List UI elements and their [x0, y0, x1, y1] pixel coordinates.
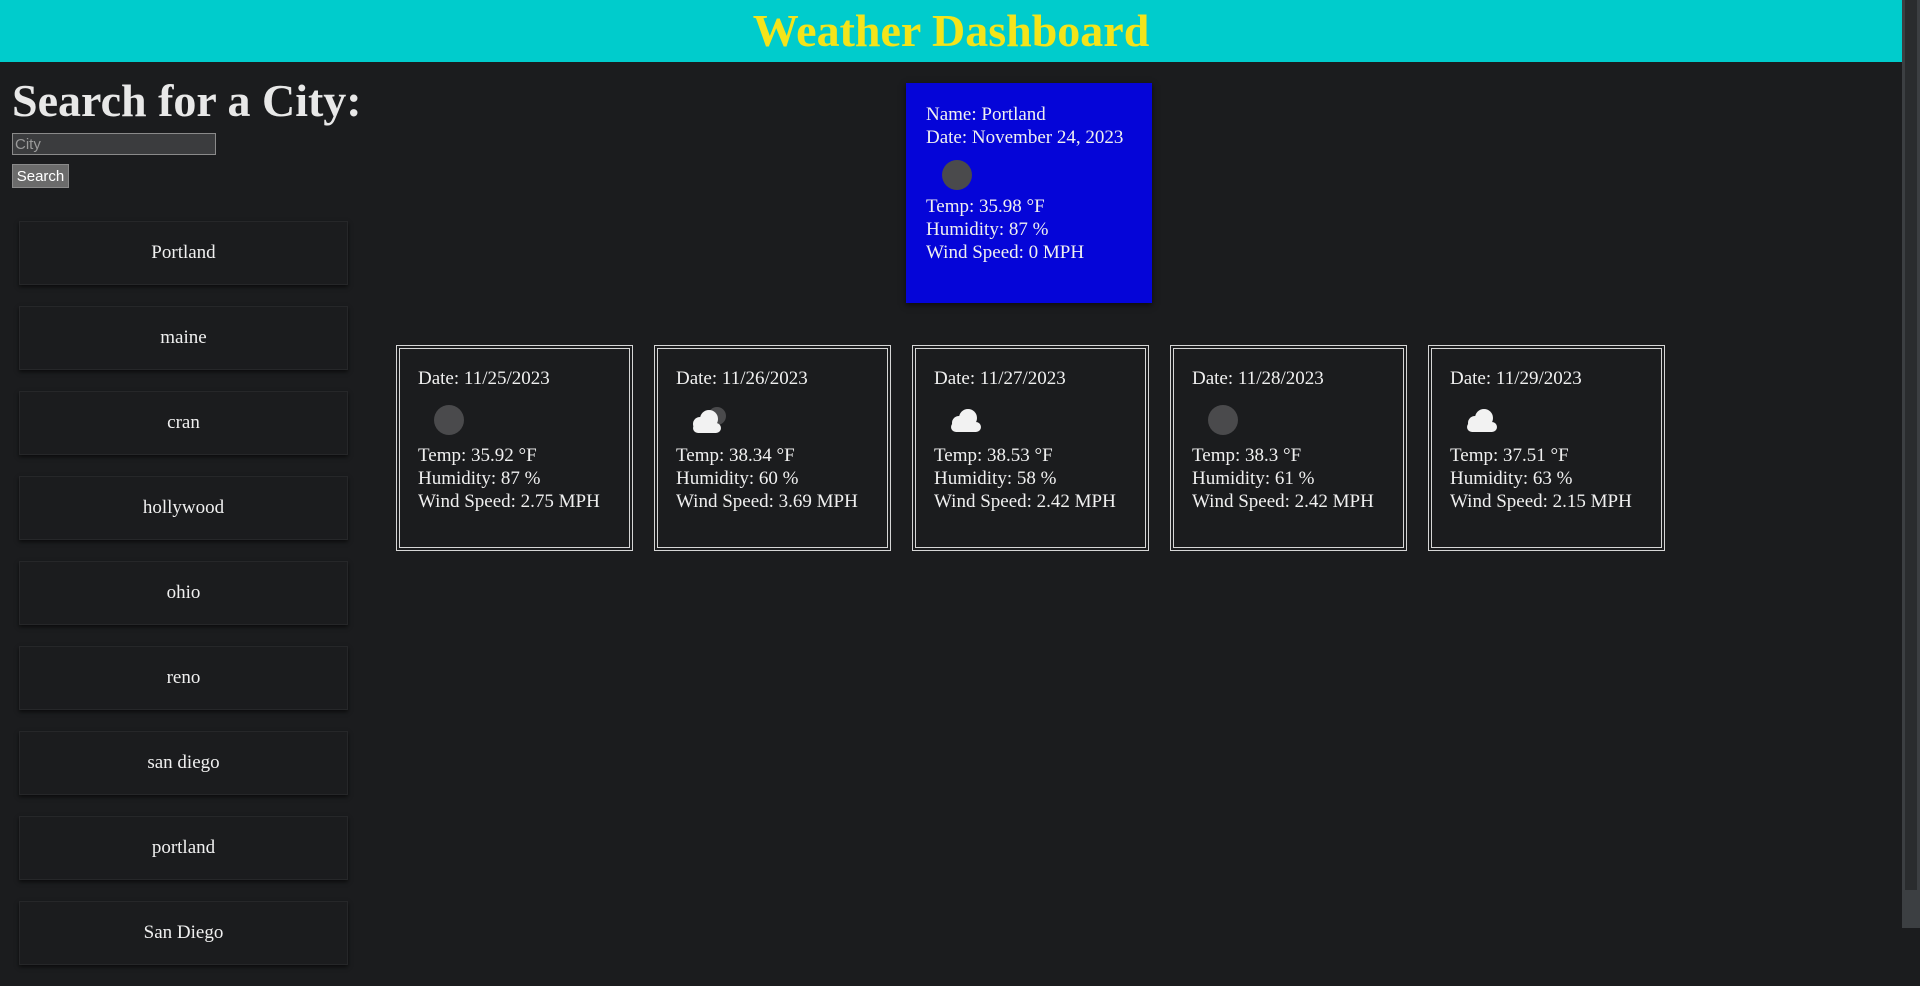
forecast-temp: Temp: 35.92 °F: [418, 445, 537, 466]
five-day-forecast: Date: 11/25/2023 Temp: 35.92 °F Humidity…: [396, 345, 1665, 551]
forecast-date: Date: 11/27/2023: [934, 368, 1066, 389]
forecast-date: Date: 11/29/2023: [1450, 368, 1582, 389]
forecast-wind: Wind Speed: 3.69 MPH: [676, 491, 858, 512]
history-item[interactable]: portland: [19, 816, 348, 880]
cloud-icon: [951, 409, 981, 432]
forecast-humidity: Humidity: 63 %: [1450, 468, 1573, 489]
forecast-temp: Temp: 38.53 °F: [934, 445, 1053, 466]
forecast-card: Date: 11/25/2023 Temp: 35.92 °F Humidity…: [396, 345, 633, 551]
current-wind: Wind Speed: 0 MPH: [926, 242, 1085, 263]
forecast-weather-icon: [934, 394, 1127, 440]
forecast-temp: Temp: 37.51 °F: [1450, 445, 1569, 466]
forecast-humidity: Humidity: 58 %: [934, 468, 1057, 489]
forecast-weather-icon: [418, 394, 611, 440]
forecast-date: Date: 11/28/2023: [1192, 368, 1324, 389]
forecast-date: Date: 11/25/2023: [418, 368, 550, 389]
forecast-temp: Temp: 38.3 °F: [1192, 445, 1302, 466]
page-title: Weather Dashboard: [752, 5, 1150, 56]
current-temp: Temp: 35.98 °F: [926, 196, 1045, 217]
forecast-weather-icon: [1192, 394, 1385, 440]
history-item[interactable]: san diego: [19, 731, 348, 795]
vertical-scrollbar[interactable]: [1902, 0, 1920, 928]
scrollbar-thumb[interactable]: [1905, 0, 1917, 890]
current-humidity: Humidity: 87 %: [926, 219, 1049, 240]
forecast-wind: Wind Speed: 2.75 MPH: [418, 491, 600, 512]
forecast-wind: Wind Speed: 2.42 MPH: [1192, 491, 1374, 512]
search-heading: Search for a City:: [12, 75, 362, 126]
forecast-wind: Wind Speed: 2.42 MPH: [934, 491, 1116, 512]
search-button[interactable]: Search: [12, 164, 69, 188]
history-item[interactable]: reno: [19, 646, 348, 710]
header-bar: Weather Dashboard: [0, 0, 1902, 62]
forecast-card: Date: 11/26/2023 Temp: 38.34 °F Humidity…: [654, 345, 891, 551]
current-city-name: Name: Portland: [926, 104, 1046, 125]
cloud-moon-icon: [693, 407, 726, 433]
history-item[interactable]: cran: [19, 391, 348, 455]
forecast-humidity: Humidity: 61 %: [1192, 468, 1315, 489]
moon-icon: [942, 160, 972, 190]
moon-icon: [1208, 405, 1238, 435]
forecast-weather-icon: [1450, 394, 1643, 440]
moon-icon: [434, 405, 464, 435]
history-item[interactable]: maine: [19, 306, 348, 370]
search-history-list: Portland maine cran hollywood ohio reno …: [19, 221, 348, 986]
current-weather-icon: [926, 149, 1132, 195]
history-item[interactable]: hollywood: [19, 476, 348, 540]
forecast-wind: Wind Speed: 2.15 MPH: [1450, 491, 1632, 512]
history-item[interactable]: Portland: [19, 221, 348, 285]
forecast-humidity: Humidity: 60 %: [676, 468, 799, 489]
current-weather-card: Name: Portland Date: November 24, 2023 T…: [906, 83, 1152, 303]
city-search-input[interactable]: [12, 133, 216, 155]
forecast-date: Date: 11/26/2023: [676, 368, 808, 389]
forecast-card: Date: 11/27/2023 Temp: 38.53 °F Humidity…: [912, 345, 1149, 551]
forecast-humidity: Humidity: 87 %: [418, 468, 541, 489]
forecast-weather-icon: [676, 394, 869, 440]
forecast-card: Date: 11/29/2023 Temp: 37.51 °F Humidity…: [1428, 345, 1665, 551]
history-item[interactable]: San Diego: [19, 901, 348, 965]
forecast-temp: Temp: 38.34 °F: [676, 445, 795, 466]
forecast-card: Date: 11/28/2023 Temp: 38.3 °F Humidity:…: [1170, 345, 1407, 551]
history-item[interactable]: ohio: [19, 561, 348, 625]
current-date: Date: November 24, 2023: [926, 127, 1124, 148]
cloud-icon: [1467, 409, 1497, 432]
